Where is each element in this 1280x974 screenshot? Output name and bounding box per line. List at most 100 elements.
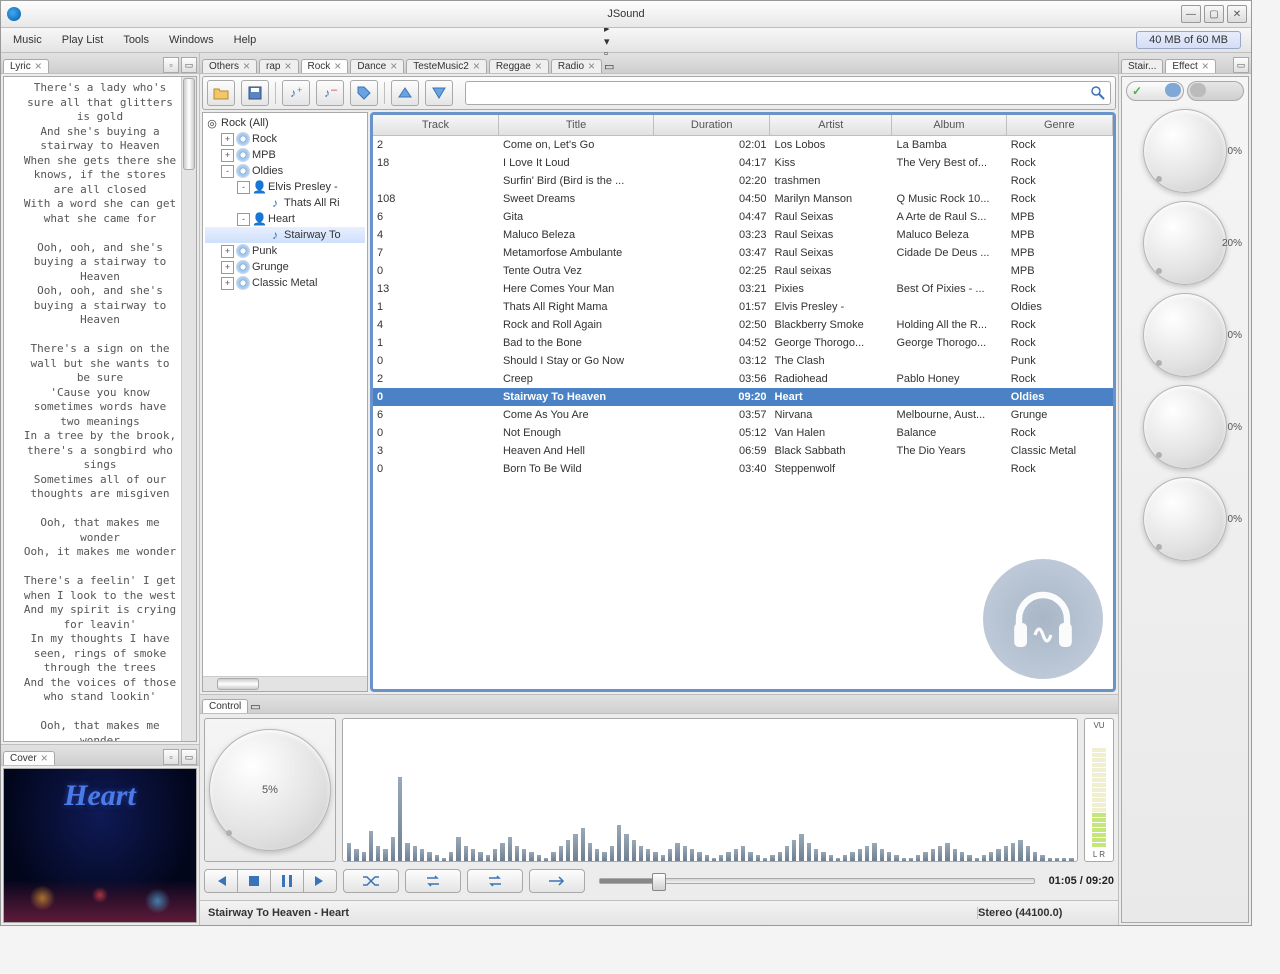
col-duration[interactable]: Duration — [654, 115, 770, 135]
shuffle-button[interactable] — [343, 869, 399, 893]
pause-button[interactable] — [271, 870, 304, 892]
effect-toggle-on[interactable] — [1126, 81, 1184, 101]
control-pane-min-icon[interactable]: ▭ — [250, 700, 260, 713]
tab-stair[interactable]: Stair... — [1121, 59, 1163, 73]
menu-tools[interactable]: Tools — [115, 31, 157, 49]
playlist-tab-rock[interactable]: Rock× — [301, 59, 349, 73]
col-genre[interactable]: Genre — [1007, 115, 1113, 135]
playlist-tab-reggae[interactable]: Reggae× — [489, 59, 549, 73]
tree-node[interactable]: +Classic Metal — [205, 275, 365, 291]
table-row[interactable]: Surfin' Bird (Bird is the ...02:20trashm… — [373, 172, 1113, 190]
effect-knob-1[interactable] — [1143, 109, 1227, 193]
col-album[interactable]: Album — [892, 115, 1006, 135]
save-button[interactable] — [241, 80, 269, 106]
tree-node[interactable]: +MPB — [205, 147, 365, 163]
table-row[interactable]: 108Sweet Dreams04:50Marilyn MansonQ Musi… — [373, 190, 1113, 208]
expand-icon[interactable]: - — [237, 181, 250, 194]
genre-tree[interactable]: ◎Rock (All)+Rock+MPB-Oldies-👤Elvis Presl… — [203, 113, 367, 676]
pane-min-icon[interactable]: ▭ — [604, 60, 614, 73]
tab-cover-close-icon[interactable]: × — [41, 754, 48, 763]
tab-lyric-close-icon[interactable]: × — [35, 62, 42, 71]
playlist-tab-testemusic2[interactable]: TesteMusic2× — [406, 59, 487, 73]
playlist-tab-close-icon[interactable]: × — [588, 62, 595, 71]
lyric-pane-min-icon[interactable]: ▭ — [181, 57, 197, 73]
playlist-tab-close-icon[interactable]: × — [334, 62, 341, 71]
table-row[interactable]: 0Tente Outra Vez02:25Raul seixasMPB — [373, 262, 1113, 280]
table-row[interactable]: 13Here Comes Your Man03:21PixiesBest Of … — [373, 280, 1113, 298]
expand-icon[interactable]: + — [221, 133, 234, 146]
effect-knob-5[interactable] — [1143, 477, 1227, 561]
continue-button[interactable] — [529, 869, 585, 893]
expand-icon[interactable]: + — [221, 261, 234, 274]
table-row[interactable]: 0Born To Be Wild03:40SteppenwolfRock — [373, 460, 1113, 478]
table-row[interactable]: 1Thats All Right Mama01:57Elvis Presley … — [373, 298, 1113, 316]
effect-knob-4[interactable] — [1143, 385, 1227, 469]
effect-knob-2[interactable] — [1143, 201, 1227, 285]
table-row[interactable]: 2Come on, Let's Go02:01Los LobosLa Bamba… — [373, 136, 1113, 154]
expand-icon[interactable]: + — [221, 245, 234, 258]
menu-music[interactable]: Music — [5, 31, 50, 49]
table-row[interactable]: 0Not Enough05:12Van HalenBalanceRock — [373, 424, 1113, 442]
playlist-tab-close-icon[interactable]: × — [243, 62, 250, 71]
tree-node[interactable]: +Punk — [205, 243, 365, 259]
move-down-button[interactable] — [425, 80, 453, 106]
expand-icon[interactable]: + — [221, 277, 234, 290]
tree-node[interactable]: -Oldies — [205, 163, 365, 179]
table-row[interactable]: 7Metamorfose Ambulante03:47Raul SeixasCi… — [373, 244, 1113, 262]
effect-knob-3[interactable] — [1143, 293, 1227, 377]
table-row[interactable]: 3Heaven And Hell06:59Black SabbathThe Di… — [373, 442, 1113, 460]
table-row[interactable]: 0Stairway To Heaven09:20HeartOldies — [373, 388, 1113, 406]
search-box[interactable] — [465, 81, 1111, 105]
tree-node[interactable]: -👤Heart — [205, 211, 365, 227]
repeat-one-button[interactable] — [467, 869, 523, 893]
menu-windows[interactable]: Windows — [161, 31, 222, 49]
menu-help[interactable]: Help — [226, 31, 265, 49]
effects-pane-min-icon[interactable]: ▭ — [1233, 57, 1249, 73]
table-row[interactable]: 6Come As You Are03:57NirvanaMelbourne, A… — [373, 406, 1113, 424]
search-input[interactable] — [472, 86, 1086, 100]
tree-node[interactable]: +Rock — [205, 131, 365, 147]
table-row[interactable]: 1Bad to the Bone04:52George Thorogo...Ge… — [373, 334, 1113, 352]
tree-node[interactable]: ♪Thats All Ri — [205, 195, 365, 211]
search-icon[interactable] — [1090, 85, 1106, 104]
col-title[interactable]: Title — [499, 115, 654, 135]
tree-node[interactable]: +Grunge — [205, 259, 365, 275]
tab-cover[interactable]: Cover × — [3, 751, 55, 765]
tree-root[interactable]: ◎Rock (All) — [205, 115, 365, 131]
playlist-tab-close-icon[interactable]: × — [535, 62, 542, 71]
tag-button[interactable] — [350, 80, 378, 106]
lyric-scrollbar[interactable] — [181, 77, 196, 741]
lyric-pane-max-icon[interactable]: ▫ — [163, 57, 179, 73]
remove-music-button[interactable]: ♪– — [316, 80, 344, 106]
expand-icon[interactable]: - — [221, 165, 234, 178]
expand-icon[interactable]: - — [237, 213, 250, 226]
table-row[interactable]: 2Creep03:56RadioheadPablo HoneyRock — [373, 370, 1113, 388]
open-folder-button[interactable] — [207, 80, 235, 106]
add-music-button[interactable]: ♪+ — [282, 80, 310, 106]
tab-list-icon[interactable]: ▾ — [604, 35, 614, 48]
tab-control[interactable]: Control — [202, 699, 248, 713]
tab-effect-close-icon[interactable]: × — [1202, 62, 1209, 71]
table-row[interactable]: 18I Love It Loud04:17KissThe Very Best o… — [373, 154, 1113, 172]
col-artist[interactable]: Artist — [770, 115, 892, 135]
repeat-button[interactable] — [405, 869, 461, 893]
seek-handle[interactable] — [652, 873, 666, 891]
prev-button[interactable] — [205, 870, 238, 892]
move-up-button[interactable] — [391, 80, 419, 106]
pane-max-icon[interactable]: ▫ — [604, 48, 614, 60]
expand-icon[interactable]: + — [221, 149, 234, 162]
playlist-tab-others[interactable]: Others× — [202, 59, 257, 73]
cover-pane-max-icon[interactable]: ▫ — [163, 749, 179, 765]
playlist-tab-rap[interactable]: rap× — [259, 59, 298, 73]
playlist-tab-close-icon[interactable]: × — [473, 62, 480, 71]
stop-button[interactable] — [238, 870, 271, 892]
tab-lyric[interactable]: Lyric × — [3, 59, 49, 73]
next-button[interactable] — [304, 870, 336, 892]
col-track[interactable]: Track — [373, 115, 499, 135]
tree-node[interactable]: ♪Stairway To — [205, 227, 365, 243]
table-row[interactable]: 4Maluco Beleza03:23Raul SeixasMaluco Bel… — [373, 226, 1113, 244]
table-row[interactable]: 0Should I Stay or Go Now03:12The ClashPu… — [373, 352, 1113, 370]
effect-toggle-off[interactable] — [1187, 81, 1245, 101]
playlist-tab-close-icon[interactable]: × — [284, 62, 291, 71]
seek-slider[interactable] — [599, 878, 1035, 884]
